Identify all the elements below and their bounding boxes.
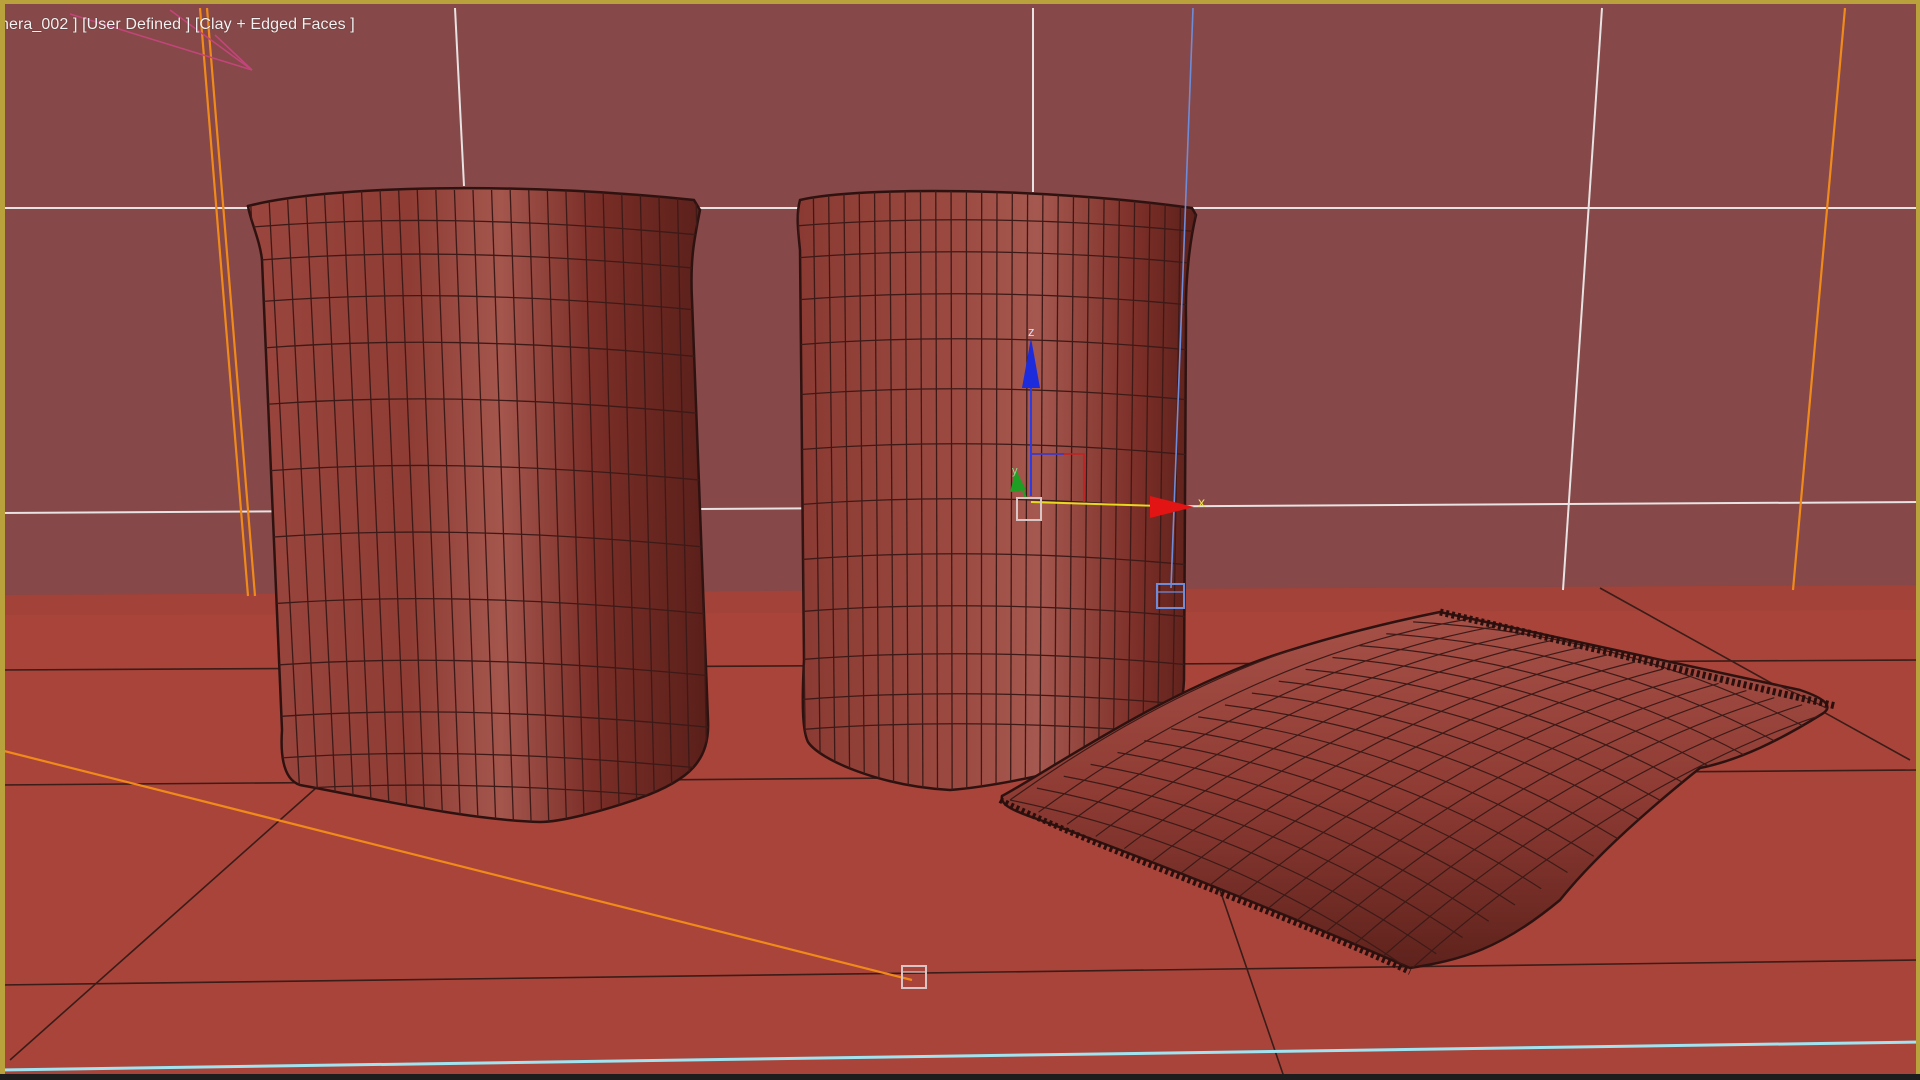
viewport-view-label[interactable]: [User Defined ] [82, 16, 190, 33]
viewport-shading-label[interactable]: [Clay + Edged Faces ] [195, 16, 355, 33]
gizmo-z-label: z [1028, 324, 1035, 339]
gizmo-y-label: y [1012, 465, 1018, 477]
viewport-label[interactable]: nera_002 ] [User Defined ] [Clay + Edged… [0, 16, 355, 34]
viewport-scene[interactable]: z x y [0, 0, 1920, 1080]
sack-standing-left[interactable] [240, 186, 710, 830]
gizmo-x-label: x [1198, 494, 1205, 510]
viewport-camera-label[interactable]: nera_002 ] [0, 16, 78, 33]
sack-standing-right[interactable] [795, 189, 1200, 800]
viewport-camera[interactable]: z x y nera_002 ] [User Defined ] [Clay +… [0, 0, 1920, 1080]
